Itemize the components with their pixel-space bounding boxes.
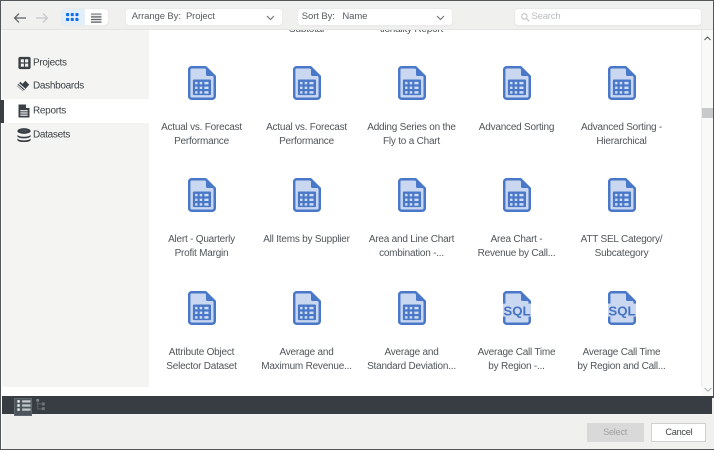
svg-text:SQL: SQL — [503, 303, 530, 318]
svg-text:SQL: SQL — [608, 303, 635, 318]
